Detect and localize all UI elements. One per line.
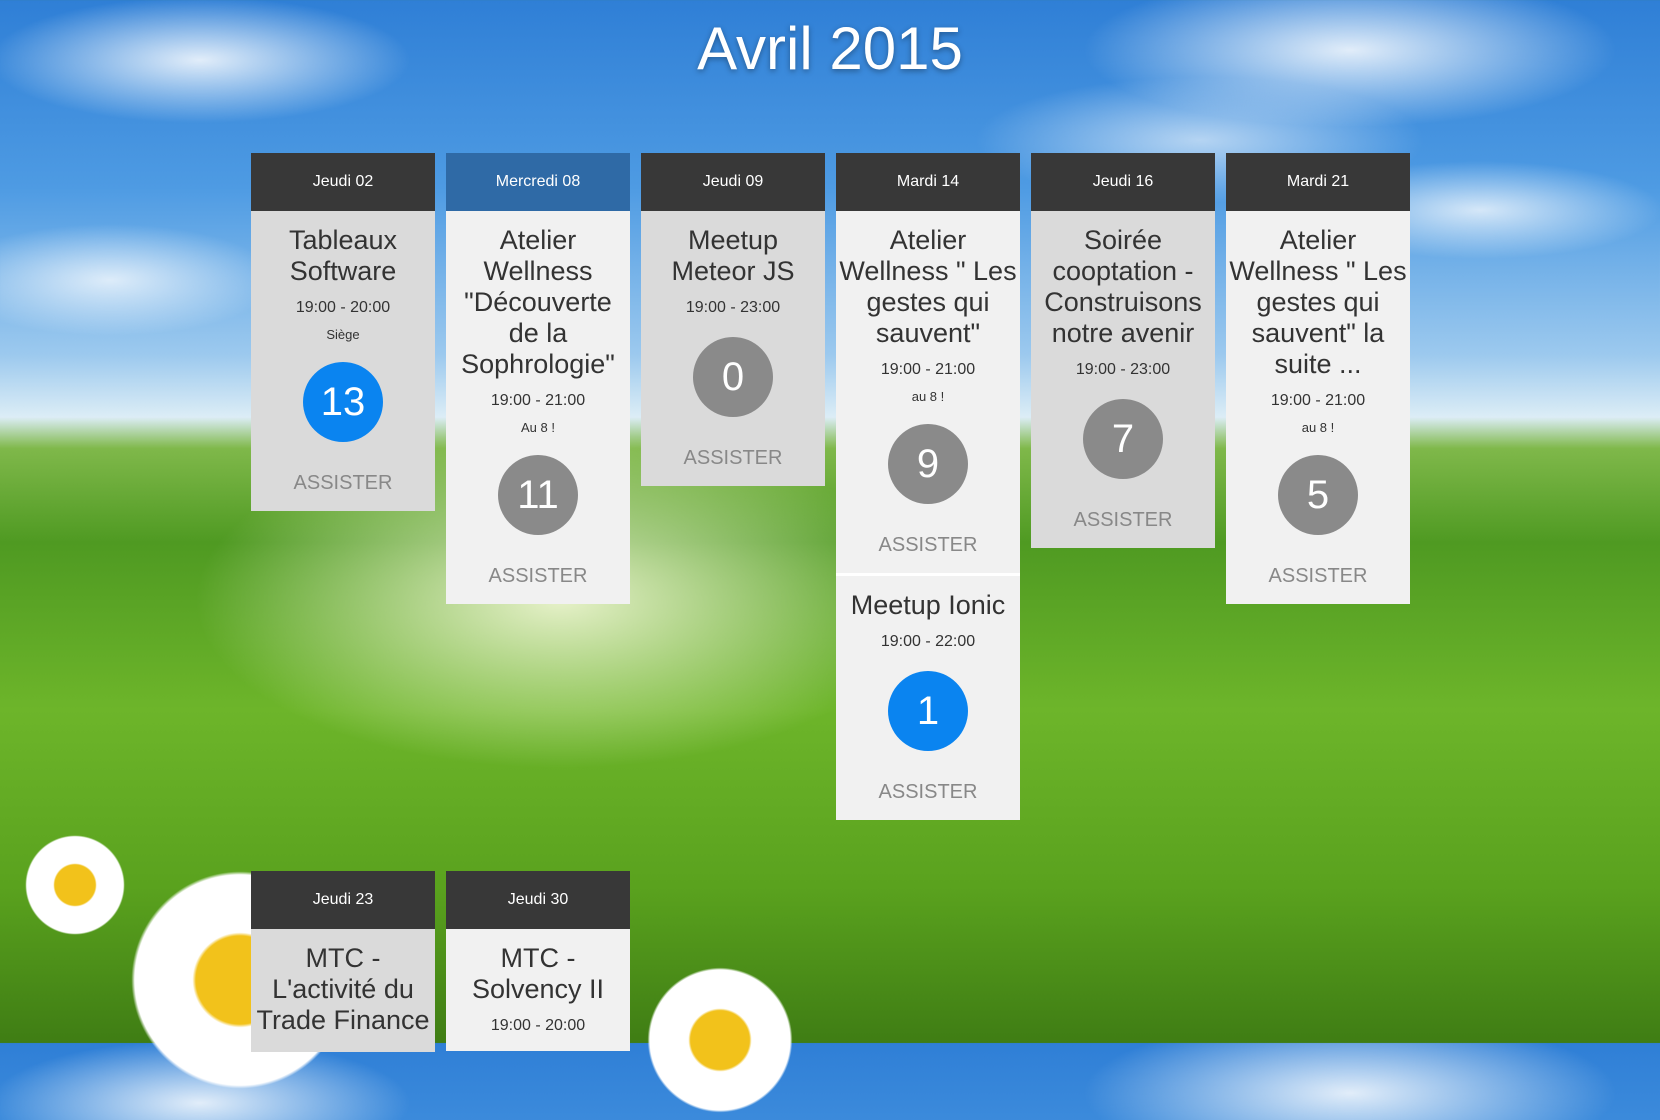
- event-card[interactable]: MTC - L'activité du Trade Finance: [251, 929, 435, 1052]
- attendee-count-badge: 0: [693, 337, 773, 417]
- attend-button[interactable]: ASSISTER: [253, 472, 433, 495]
- event-card[interactable]: Meetup Ionic 19:00 - 22:00 1 ASSISTER: [836, 576, 1020, 820]
- event-location: au 8 !: [911, 389, 945, 404]
- day-header: Mercredi 08: [446, 153, 630, 211]
- event-title: Meetup Ionic: [850, 590, 1006, 620]
- event-time: 19:00 - 21:00: [880, 361, 976, 378]
- event-time: 19:00 - 23:00: [685, 299, 781, 316]
- event-title: MTC - L'activité du Trade Finance: [256, 943, 430, 1035]
- attendee-count-badge: 11: [498, 455, 578, 535]
- attend-button[interactable]: ASSISTER: [1033, 509, 1213, 532]
- attend-button[interactable]: ASSISTER: [643, 447, 823, 470]
- attendee-count-badge: 7: [1083, 399, 1163, 479]
- day-column: Mercredi 08 Atelier Wellness "Découverte …: [446, 153, 630, 604]
- event-card[interactable]: Soirée cooptation - Construisons notre a…: [1031, 211, 1215, 548]
- daisy-flower-decoration: [20, 830, 130, 940]
- event-title: Soirée cooptation - Construisons notre a…: [1044, 225, 1202, 348]
- attend-button[interactable]: ASSISTER: [448, 565, 628, 588]
- day-column: Jeudi 30 MTC - Solvency II 19:00 - 20:00: [446, 871, 630, 1051]
- event-time: 19:00 - 21:00: [1270, 392, 1366, 409]
- daisy-flower-decoration: [640, 960, 800, 1120]
- event-title: MTC - Solvency II: [471, 943, 605, 1004]
- attend-button[interactable]: ASSISTER: [1228, 565, 1408, 588]
- day-column: Jeudi 23 MTC - L'activité du Trade Financ…: [251, 871, 435, 1052]
- event-title: Atelier Wellness "Découverte de la Sophr…: [461, 225, 615, 379]
- event-card[interactable]: Meetup Meteor JS 19:00 - 23:00 0 ASSISTER: [641, 211, 825, 486]
- attendee-count-badge: 9: [888, 424, 968, 504]
- day-header: Jeudi 09: [641, 153, 825, 211]
- day-header: Jeudi 23: [251, 871, 435, 929]
- event-location: Au 8 !: [521, 420, 555, 435]
- event-time: 19:00 - 20:00: [295, 299, 391, 316]
- event-card[interactable]: Atelier Wellness " Les gestes qui sauven…: [1226, 211, 1410, 604]
- event-card[interactable]: Tableaux Software 19:00 - 20:00 Siège 13 ASS…: [251, 211, 435, 511]
- day-column: Jeudi 02 Tableaux Software 19:00 - 20:00 Si…: [251, 153, 435, 511]
- event-card[interactable]: Atelier Wellness "Découverte de la Sophr…: [446, 211, 630, 604]
- event-card[interactable]: Atelier Wellness " Les gestes qui sauven…: [836, 211, 1020, 576]
- day-header: Mardi 21: [1226, 153, 1410, 211]
- event-title: Atelier Wellness " Les gestes qui sauven…: [1229, 225, 1407, 379]
- month-title: Avril 2015: [697, 15, 963, 82]
- day-header: Mardi 14: [836, 153, 1020, 211]
- attend-button[interactable]: ASSISTER: [838, 781, 1018, 804]
- attendee-count-badge: 13: [303, 362, 383, 442]
- event-time: 19:00 - 20:00: [490, 1017, 586, 1034]
- day-column: Jeudi 09 Meetup Meteor JS 19:00 - 23:00 0 AS…: [641, 153, 825, 486]
- day-column: Jeudi 16 Soirée cooptation - Construisons…: [1031, 153, 1215, 548]
- attend-button[interactable]: ASSISTER: [838, 534, 1018, 557]
- event-time: 19:00 - 23:00: [1075, 361, 1171, 378]
- day-header: Jeudi 30: [446, 871, 630, 929]
- day-column: Mardi 21 Atelier Wellness " Les gestes qu…: [1226, 153, 1410, 604]
- event-location: Siège: [326, 327, 360, 342]
- attendee-count-badge: 1: [888, 671, 968, 751]
- event-location: au 8 !: [1301, 420, 1335, 435]
- day-header: Jeudi 16: [1031, 153, 1215, 211]
- event-title: Tableaux Software: [288, 225, 398, 286]
- event-time: 19:00 - 22:00: [880, 633, 976, 650]
- day-header: Jeudi 02: [251, 153, 435, 211]
- day-column: Mardi 14 Atelier Wellness " Les gestes qu…: [836, 153, 1020, 820]
- event-title: Meetup Meteor JS: [671, 225, 795, 286]
- attendee-count-badge: 5: [1278, 455, 1358, 535]
- event-title: Atelier Wellness " Les gestes qui sauven…: [839, 225, 1017, 348]
- event-card[interactable]: MTC - Solvency II 19:00 - 20:00: [446, 929, 630, 1051]
- event-time: 19:00 - 21:00: [490, 392, 586, 409]
